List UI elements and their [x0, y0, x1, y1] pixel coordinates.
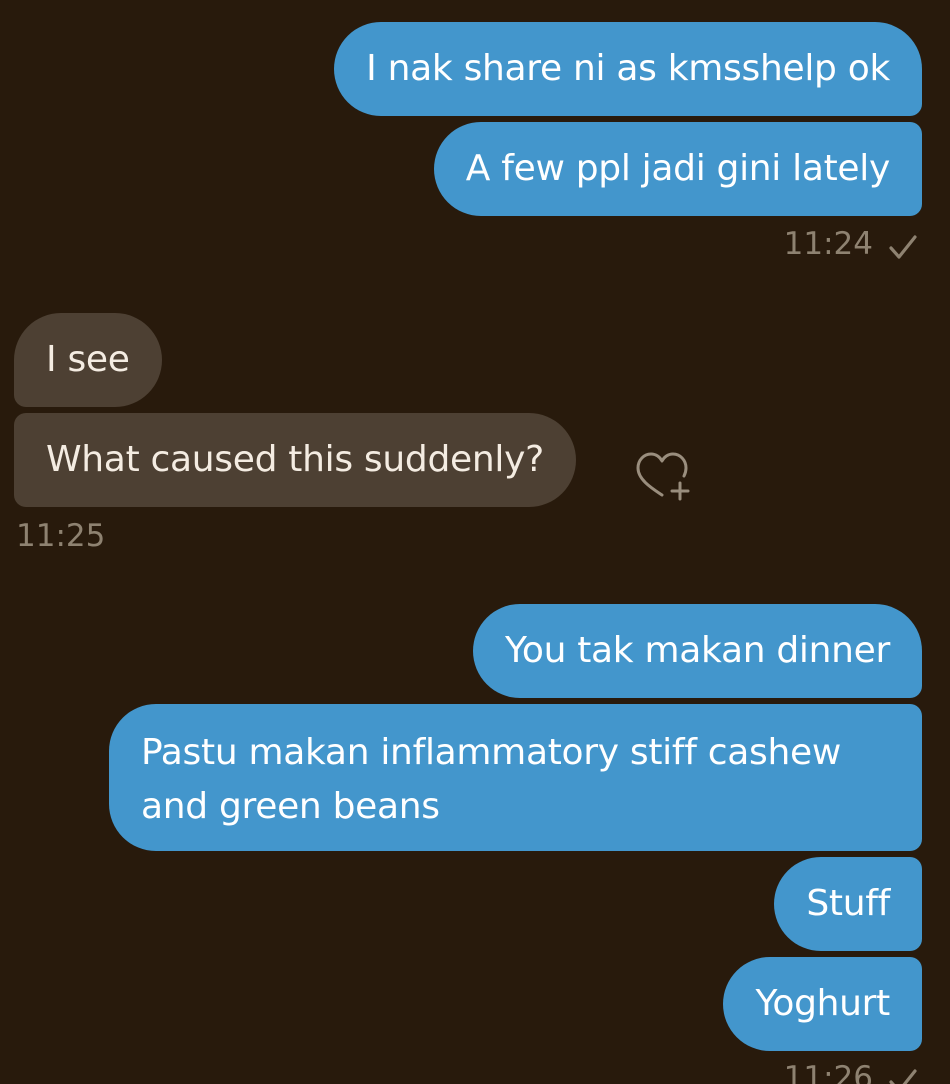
check-icon	[889, 1069, 917, 1084]
message-text: I see	[46, 339, 130, 380]
message-outgoing[interactable]: Pastu makan inflammatory stiff cashew an…	[109, 704, 922, 851]
message-outgoing[interactable]: Yoghurt	[723, 957, 922, 1051]
message-outgoing[interactable]: You tak makan dinner	[472, 604, 922, 698]
message-text: What caused this suddenly?	[46, 439, 544, 480]
message-text: I nak share ni as kmsshelp ok	[366, 48, 890, 89]
chat-thread: I nak share ni as kmsshelp ok A few ppl …	[0, 0, 950, 1084]
message-outgoing[interactable]: I nak share ni as kmsshelp ok	[334, 22, 922, 116]
heart-plus-icon[interactable]	[633, 449, 695, 503]
message-text: Yoghurt	[755, 983, 890, 1024]
message-text: Pastu makan inflammatory stiff cashew	[141, 732, 841, 773]
message-incoming[interactable]: What caused this suddenly?	[14, 413, 576, 507]
message-outgoing[interactable]: Stuff	[774, 857, 922, 951]
message-text: A few ppl jadi gini lately	[465, 148, 891, 189]
message-text: You tak makan dinner	[504, 630, 890, 671]
timestamp: 11:26	[783, 1060, 873, 1084]
check-icon	[889, 235, 917, 259]
timestamp: 11:25	[16, 518, 106, 554]
message-text: and green beans	[141, 786, 440, 827]
timestamp: 11:24	[783, 226, 873, 262]
message-outgoing[interactable]: A few ppl jadi gini lately	[433, 122, 922, 216]
message-text: Stuff	[806, 883, 890, 924]
message-incoming[interactable]: I see	[14, 313, 162, 407]
